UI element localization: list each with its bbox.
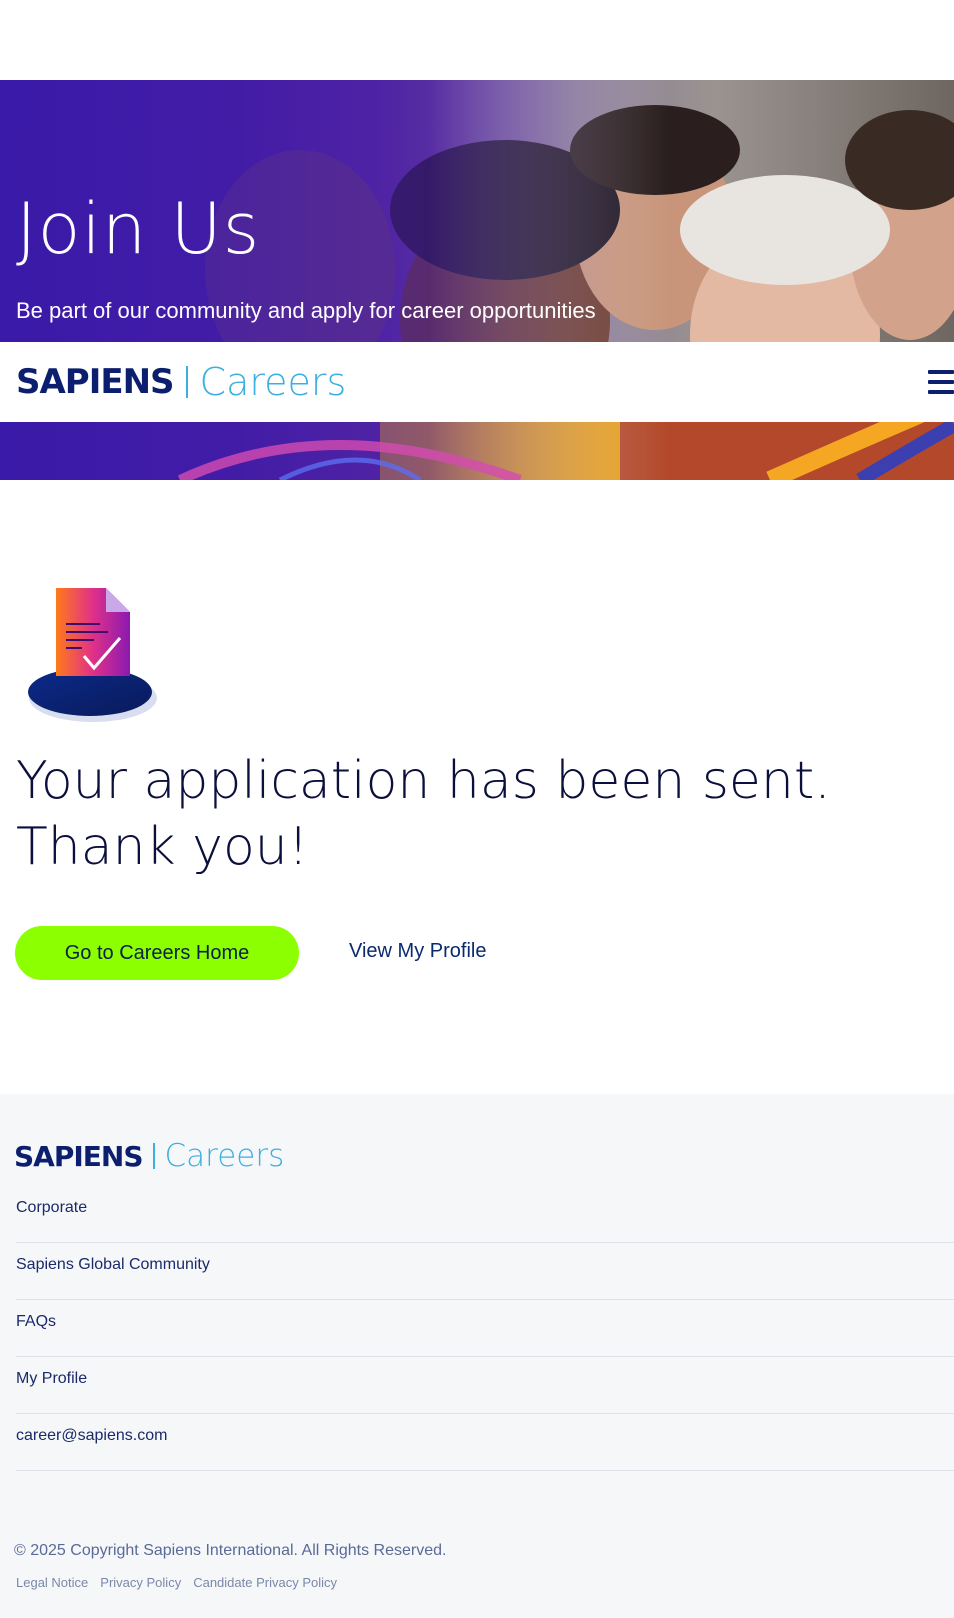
menu-bar: [928, 380, 954, 384]
hero-subtitle: Be part of our community and apply for c…: [16, 298, 596, 323]
legal-notice-link[interactable]: Legal Notice: [16, 1575, 88, 1590]
menu-bar: [928, 390, 954, 394]
footer-link-corporate[interactable]: Corporate: [16, 1186, 954, 1243]
copyright-text: © 2025 Copyright Sapiens International. …: [14, 1542, 447, 1559]
legal-links: Legal Notice Privacy Policy Candidate Pr…: [16, 1575, 337, 1590]
footer-logo[interactable]: SAPIENS Careers: [14, 1138, 284, 1174]
footer-link-email[interactable]: career@sapiens.com: [16, 1414, 954, 1471]
footer-link-faqs[interactable]: FAQs: [16, 1300, 954, 1357]
hero-title: Join Us: [16, 188, 261, 270]
confirmation-heading: Your application has been sent. Thank yo…: [16, 751, 831, 877]
footer-link-global-community[interactable]: Sapiens Global Community: [16, 1243, 954, 1300]
footer-nav: Corporate Sapiens Global Community FAQs …: [16, 1186, 954, 1471]
candidate-privacy-policy-link[interactable]: Candidate Privacy Policy: [193, 1575, 337, 1590]
sapiens-careers-logo[interactable]: SAPIENS Careers: [16, 360, 346, 404]
privacy-policy-link[interactable]: Privacy Policy: [100, 1575, 181, 1590]
logo-product-text: Careers: [164, 1138, 285, 1174]
site-footer: SAPIENS Careers Corporate Sapiens Global…: [0, 1094, 954, 1618]
logo-divider: [185, 366, 188, 398]
logo-divider: [152, 1143, 155, 1169]
view-my-profile-link[interactable]: View My Profile: [349, 940, 486, 963]
go-to-careers-home-button[interactable]: Go to Careers Home: [15, 926, 299, 980]
hamburger-menu-icon[interactable]: [928, 370, 954, 394]
menu-bar: [928, 370, 954, 374]
document-check-icon: [28, 588, 157, 722]
logo-product-text: Careers: [199, 360, 347, 404]
footer-link-my-profile[interactable]: My Profile: [16, 1357, 954, 1414]
logo-brand-text: SAPIENS: [16, 362, 175, 402]
logo-brand-text: SAPIENS: [14, 1139, 144, 1173]
site-header: SAPIENS Careers: [0, 342, 954, 422]
